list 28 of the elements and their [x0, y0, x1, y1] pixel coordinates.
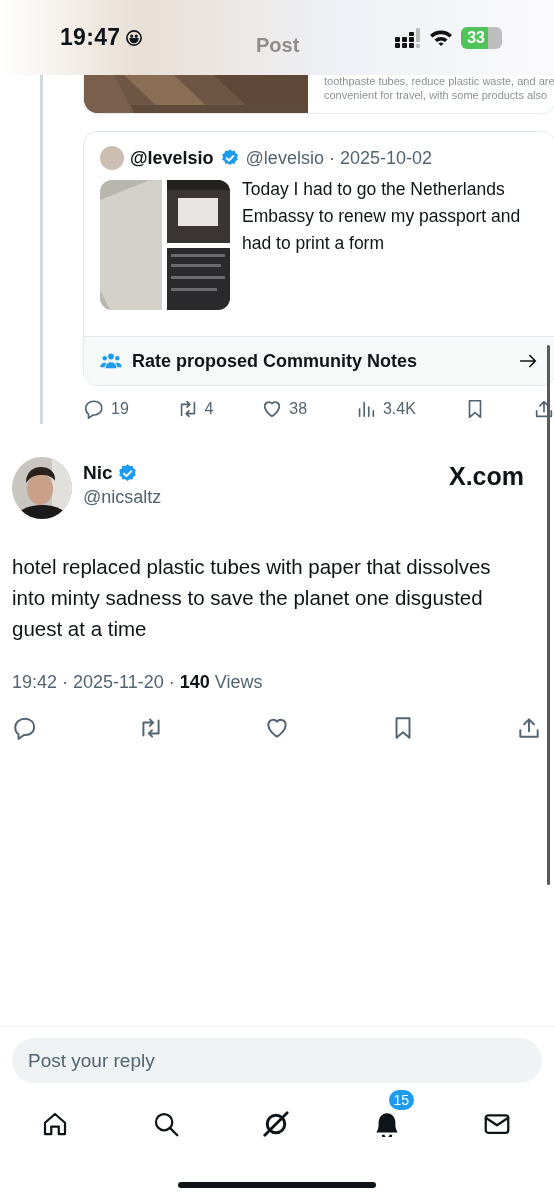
author-name[interactable]: Nic [83, 462, 113, 484]
share-icon[interactable] [516, 715, 542, 741]
source-label: X.com [448, 462, 524, 491]
action-count: 3.4K [382, 400, 416, 418]
bell-icon[interactable] [374, 1112, 399, 1137]
author-handle[interactable]: @nicsaltz [83, 487, 162, 508]
reply-icon[interactable] [12, 715, 38, 741]
post-meta: 19:42 · 2025-11-20 · 140 Views [12, 672, 264, 693]
action-count: 4 [204, 400, 214, 418]
slashed-circle-icon[interactable] [261, 1109, 291, 1139]
share-icon[interactable] [533, 398, 554, 420]
action-count: 38 [289, 400, 308, 418]
smiley-icon [125, 28, 144, 47]
post-text: hotel replaced plastic tubes with paper that dissolves into minty sadness to save the planet one disgusted guest at a time [12, 554, 492, 642]
handle-date: @levelsio · 2025-10-02 [245, 147, 432, 169]
battery-icon [488, 26, 502, 49]
quoted-post-text: Today I had to go the Netherlands Embassy to renew my passport and had to print a form [242, 178, 522, 255]
signal-icon [395, 27, 422, 48]
wifi-icon [429, 28, 454, 47]
people-icon [100, 352, 122, 370]
header-title: Post [256, 34, 300, 57]
reply-icon[interactable] [83, 398, 105, 420]
reply-field[interactable]: Post your reply [12, 1038, 542, 1083]
action-count: 19 [111, 400, 129, 418]
author-name[interactable]: @levelsio [130, 147, 214, 169]
battery-level: 33 [461, 26, 488, 49]
status-time: 19:47 [60, 24, 121, 51]
notification-count: 15 [388, 1090, 415, 1110]
